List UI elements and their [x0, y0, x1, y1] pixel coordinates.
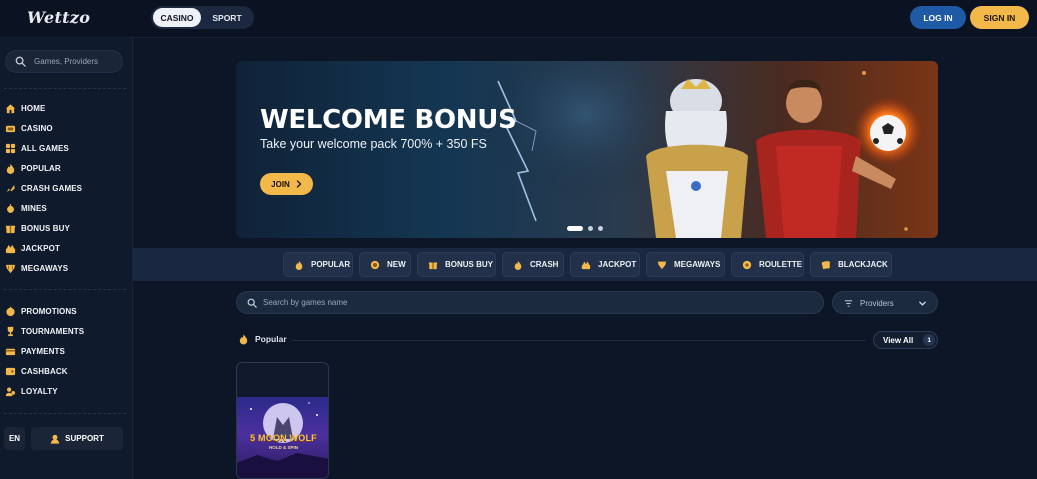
jackpot-icon [581, 261, 591, 269]
category-blackjack[interactable]: BLACKJACK [810, 252, 892, 277]
home-icon [4, 102, 16, 114]
chevron-down-icon [919, 301, 926, 306]
view-all-button[interactable]: View All 1 [873, 331, 938, 349]
language-button[interactable]: EN [4, 427, 25, 450]
carousel-dot[interactable] [567, 226, 583, 231]
join-button[interactable]: JOIN [260, 173, 313, 195]
welcome-bonus-banner[interactable]: WELCOME BONUS Take your welcome pack 700… [236, 61, 938, 238]
providers-dropdown[interactable]: Providers [832, 291, 938, 314]
sidebar-item-popular[interactable]: POPULAR [4, 160, 126, 176]
section-divider [292, 340, 866, 341]
login-button[interactable]: LOG IN [910, 6, 966, 29]
support-icon [50, 434, 60, 444]
casino-icon [4, 122, 16, 134]
carousel-dot[interactable] [598, 226, 603, 231]
sidebar-item-all-games[interactable]: ALL GAMES [4, 140, 126, 156]
sidebar-item-promotions[interactable]: PROMOTIONS [4, 303, 126, 319]
game-search-placeholder: Search by games name [263, 298, 348, 307]
carousel-dot[interactable] [588, 226, 593, 231]
sidebar-search-placeholder: Games, Providers [34, 57, 99, 66]
support-button[interactable]: SUPPORT [31, 427, 123, 450]
game-subtitle: HOLD & SPIN [268, 445, 298, 450]
category-roulette[interactable]: ROULETTE [731, 252, 804, 277]
game-card[interactable]: 5 MOON WOLF HOLD & SPIN [236, 362, 329, 479]
filter-icon [844, 300, 853, 307]
cashback-icon [4, 365, 16, 377]
support-label: SUPPORT [65, 434, 104, 443]
sidebar-item-cashback[interactable]: CASHBACK [4, 363, 126, 379]
flame-icon [239, 334, 248, 345]
promotions-icon [4, 305, 16, 317]
mines-icon [4, 202, 16, 214]
new-icon [370, 260, 380, 269]
tab-sport[interactable]: SPORT [203, 8, 251, 27]
chevron-right-icon [296, 180, 302, 188]
providers-label: Providers [860, 299, 894, 308]
trophy-icon [4, 325, 16, 337]
category-new[interactable]: NEW [359, 252, 411, 277]
sidebar-divider [4, 289, 126, 290]
crash-icon [4, 182, 16, 194]
category-crash[interactable]: CRASH [502, 252, 564, 277]
top-header: Wettzo CASINO SPORT LOG IN SIGN IN [0, 0, 1037, 38]
payments-icon [4, 345, 16, 357]
signin-button[interactable]: SIGN IN [970, 6, 1029, 29]
sidebar-item-mines[interactable]: MINES [4, 200, 126, 216]
jackpot-icon [4, 242, 16, 254]
search-icon [247, 298, 257, 308]
category-jackpot[interactable]: JACKPOT [570, 252, 640, 277]
game-count-badge: 1 [923, 334, 936, 346]
gift-icon [428, 262, 438, 269]
card-header [237, 363, 328, 397]
hero-title: WELCOME BONUS [260, 105, 517, 135]
all-games-icon [4, 142, 16, 154]
loyalty-icon [4, 385, 16, 397]
search-icon [15, 56, 26, 67]
game-search-input[interactable]: Search by games name [236, 291, 824, 314]
sidebar-item-bonus-buy[interactable]: BONUS BUY [4, 220, 126, 236]
sidebar-divider [4, 413, 126, 414]
sidebar-search-input[interactable]: Games, Providers [5, 50, 123, 73]
sidebar-item-home[interactable]: HOME [4, 100, 126, 116]
sidebar-item-casino[interactable]: CASINO [4, 120, 126, 136]
tab-casino[interactable]: CASINO [153, 8, 201, 27]
hero-subtitle: Take your welcome pack 700% + 350 FS [260, 137, 487, 151]
join-label: JOIN [271, 179, 290, 189]
crash-icon [514, 260, 522, 270]
gift-icon [4, 222, 16, 234]
category-bar: POPULAR NEW BONUS BUY CRASH JACKPOT MEGA… [133, 248, 1037, 281]
sidebar-item-loyalty[interactable]: LOYALTY [4, 383, 126, 399]
sidebar: Games, Providers HOME CASINO ALL GAMES P… [0, 38, 133, 479]
category-megaways[interactable]: MEGAWAYS [646, 252, 725, 277]
carousel-dots [567, 226, 603, 231]
megaways-icon [4, 262, 16, 274]
category-bonus-buy[interactable]: BONUS BUY [417, 252, 496, 277]
sidebar-divider [4, 88, 126, 89]
megaways-icon [657, 261, 667, 269]
sidebar-item-megaways[interactable]: MEGAWAYS [4, 260, 126, 276]
logo[interactable]: Wettzo [27, 8, 90, 27]
mode-toggle: CASINO SPORT [151, 6, 254, 29]
sidebar-item-jackpot[interactable]: JACKPOT [4, 240, 126, 256]
popular-section-title: Popular [238, 333, 287, 345]
sidebar-item-payments[interactable]: PAYMENTS [4, 343, 126, 359]
blackjack-icon [821, 260, 830, 269]
flame-icon [4, 162, 16, 174]
sidebar-item-crash-games[interactable]: CRASH GAMES [4, 180, 126, 196]
category-popular[interactable]: POPULAR [283, 252, 353, 277]
game-title: 5 MOON WOLF [250, 433, 317, 443]
sidebar-item-tournaments[interactable]: TOURNAMENTS [4, 323, 126, 339]
roulette-icon [742, 260, 752, 269]
flame-icon [295, 260, 303, 270]
